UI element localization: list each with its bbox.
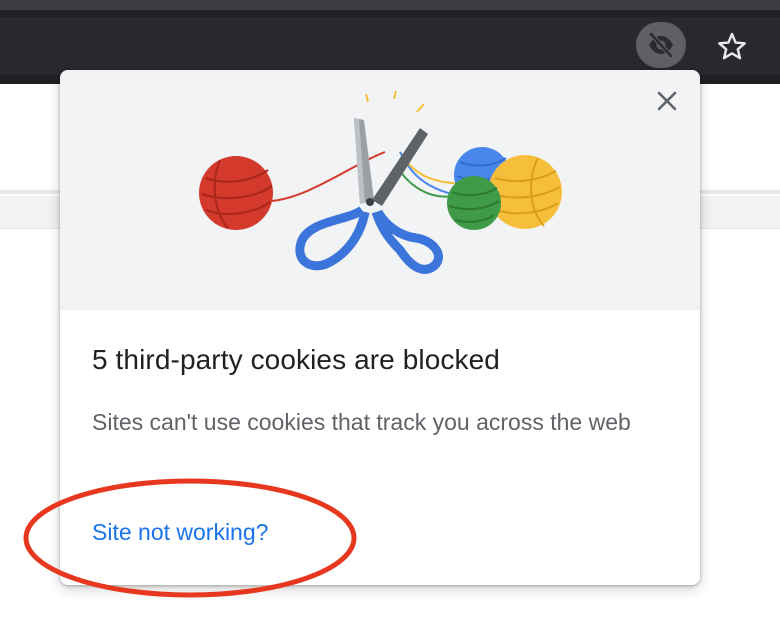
bookmark-star-button[interactable]	[713, 28, 751, 64]
bubble-description: Sites can't use cookies that track you a…	[92, 409, 631, 435]
green-yarn-ball	[447, 176, 501, 230]
cookie-controls-bubble: 5 third-party cookies are blocked Sites …	[60, 70, 700, 585]
scissors	[295, 118, 443, 274]
site-not-working-link[interactable]: Site not working?	[92, 519, 268, 546]
red-yarn-ball	[199, 156, 273, 230]
star-icon	[718, 32, 746, 60]
third-party-cookies-toggle[interactable]	[636, 22, 686, 68]
yarn-scissors-illustration	[199, 90, 562, 274]
close-icon	[657, 91, 677, 111]
eye-off-icon	[648, 32, 674, 58]
bubble-title: 5 third-party cookies are blocked	[92, 344, 500, 375]
yellow-yarn-ball	[488, 155, 562, 229]
sparkle	[393, 90, 397, 100]
cookie-illustration	[60, 70, 700, 310]
tab-strip	[0, 0, 780, 10]
close-button[interactable]	[650, 84, 684, 118]
sparkle	[416, 103, 425, 113]
sparkle	[365, 93, 369, 103]
